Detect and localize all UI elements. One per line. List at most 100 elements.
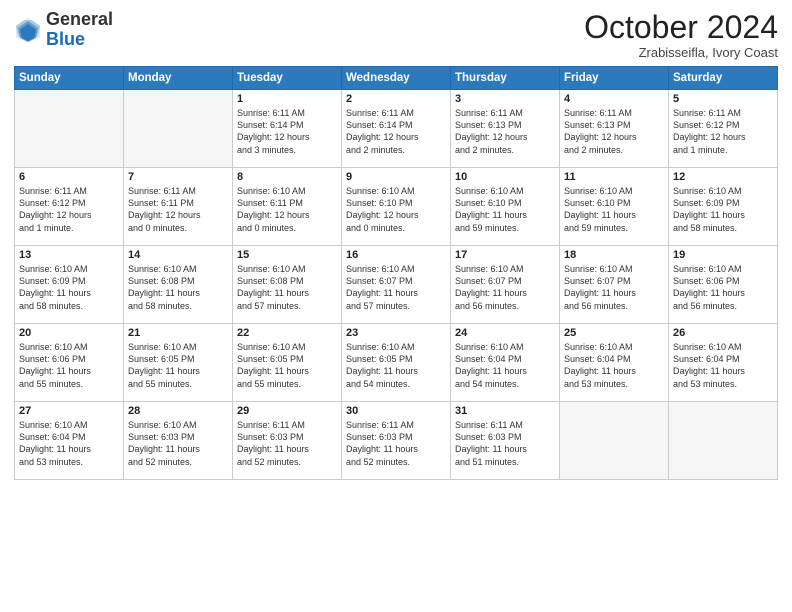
calendar-cell: 2Sunrise: 6:11 AM Sunset: 6:14 PM Daylig… <box>342 90 451 168</box>
day-number: 13 <box>19 249 119 261</box>
cell-content: Sunrise: 6:11 AM Sunset: 6:12 PM Dayligh… <box>19 185 119 234</box>
page: General Blue October 2024 Zrabisseifla, … <box>0 0 792 612</box>
calendar-cell: 22Sunrise: 6:10 AM Sunset: 6:05 PM Dayli… <box>233 324 342 402</box>
day-number: 12 <box>673 171 773 183</box>
calendar-cell: 29 Sunrise: 6:11 AM Sunset: 6:03 PM Dayli… <box>233 402 342 480</box>
cell-content: Sunrise: 6:10 AM Sunset: 6:11 PM Dayligh… <box>237 185 337 234</box>
week-row-5: 27 Sunrise: 6:10 AM Sunset: 6:04 PM Dayli… <box>15 402 778 480</box>
cell-content: Sunrise: 6:11 AM Sunset: 6:14 PM Dayligh… <box>237 107 337 156</box>
cell-content: Sunrise: 6:10 AM Sunset: 6:08 PM Dayligh… <box>237 263 337 312</box>
cell-content: Sunrise: 6:10 AM Sunset: 6:10 PM Dayligh… <box>455 185 555 234</box>
calendar-cell: 20 Sunrise: 6:10 AM Sunset: 6:06 PM Dayli… <box>15 324 124 402</box>
day-number: 9 <box>346 171 446 183</box>
calendar-cell <box>124 90 233 168</box>
cell-content: Sunrise: 6:10 AM Sunset: 6:07 PM Dayligh… <box>455 263 555 312</box>
day-number: 20 <box>19 327 119 339</box>
day-number: 11 <box>564 171 664 183</box>
week-row-1: 1 Sunrise: 6:11 AM Sunset: 6:14 PM Daylig… <box>15 90 778 168</box>
calendar-cell: 1 Sunrise: 6:11 AM Sunset: 6:14 PM Daylig… <box>233 90 342 168</box>
logo: General Blue <box>14 10 113 50</box>
logo-icon <box>14 16 42 44</box>
day-number: 16 <box>346 249 446 261</box>
cell-content: Sunrise: 6:11 AM Sunset: 6:03 PM Dayligh… <box>237 419 337 468</box>
calendar-cell <box>560 402 669 480</box>
week-row-2: 6Sunrise: 6:11 AM Sunset: 6:12 PM Daylig… <box>15 168 778 246</box>
calendar-cell: 7 Sunrise: 6:11 AM Sunset: 6:11 PM Daylig… <box>124 168 233 246</box>
day-header-tuesday: Tuesday <box>233 67 342 90</box>
day-number: 25 <box>564 327 664 339</box>
calendar-cell: 28Sunrise: 6:10 AM Sunset: 6:03 PM Dayli… <box>124 402 233 480</box>
calendar-cell: 5Sunrise: 6:11 AM Sunset: 6:12 PM Daylig… <box>669 90 778 168</box>
calendar-cell: 23Sunrise: 6:10 AM Sunset: 6:05 PM Dayli… <box>342 324 451 402</box>
cell-content: Sunrise: 6:11 AM Sunset: 6:13 PM Dayligh… <box>455 107 555 156</box>
calendar-cell: 6Sunrise: 6:11 AM Sunset: 6:12 PM Daylig… <box>15 168 124 246</box>
day-number: 27 <box>19 405 119 417</box>
calendar-cell: 26 Sunrise: 6:10 AM Sunset: 6:04 PM Dayli… <box>669 324 778 402</box>
day-number: 4 <box>564 93 664 105</box>
week-row-4: 20 Sunrise: 6:10 AM Sunset: 6:06 PM Dayli… <box>15 324 778 402</box>
cell-content: Sunrise: 6:10 AM Sunset: 6:05 PM Dayligh… <box>237 341 337 390</box>
cell-content: Sunrise: 6:11 AM Sunset: 6:03 PM Dayligh… <box>346 419 446 468</box>
day-header-sunday: Sunday <box>15 67 124 90</box>
day-number: 8 <box>237 171 337 183</box>
calendar-cell: 31Sunrise: 6:11 AM Sunset: 6:03 PM Dayli… <box>451 402 560 480</box>
week-row-3: 13 Sunrise: 6:10 AM Sunset: 6:09 PM Dayli… <box>15 246 778 324</box>
location: Zrabisseifla, Ivory Coast <box>584 45 778 60</box>
cell-content: Sunrise: 6:11 AM Sunset: 6:03 PM Dayligh… <box>455 419 555 468</box>
cell-content: Sunrise: 6:10 AM Sunset: 6:07 PM Dayligh… <box>564 263 664 312</box>
cell-content: Sunrise: 6:10 AM Sunset: 6:04 PM Dayligh… <box>19 419 119 468</box>
day-number: 29 <box>237 405 337 417</box>
day-number: 19 <box>673 249 773 261</box>
day-number: 17 <box>455 249 555 261</box>
cell-content: Sunrise: 6:10 AM Sunset: 6:08 PM Dayligh… <box>128 263 228 312</box>
calendar-cell: 15 Sunrise: 6:10 AM Sunset: 6:08 PM Dayli… <box>233 246 342 324</box>
day-header-friday: Friday <box>560 67 669 90</box>
calendar-cell: 17 Sunrise: 6:10 AM Sunset: 6:07 PM Dayli… <box>451 246 560 324</box>
cell-content: Sunrise: 6:10 AM Sunset: 6:06 PM Dayligh… <box>19 341 119 390</box>
calendar-cell: 11 Sunrise: 6:10 AM Sunset: 6:10 PM Dayli… <box>560 168 669 246</box>
day-number: 15 <box>237 249 337 261</box>
calendar-cell <box>669 402 778 480</box>
calendar-cell: 9 Sunrise: 6:10 AM Sunset: 6:10 PM Daylig… <box>342 168 451 246</box>
calendar-cell: 21Sunrise: 6:10 AM Sunset: 6:05 PM Dayli… <box>124 324 233 402</box>
calendar-cell: 18Sunrise: 6:10 AM Sunset: 6:07 PM Dayli… <box>560 246 669 324</box>
cell-content: Sunrise: 6:10 AM Sunset: 6:09 PM Dayligh… <box>19 263 119 312</box>
day-number: 24 <box>455 327 555 339</box>
day-header-saturday: Saturday <box>669 67 778 90</box>
day-number: 21 <box>128 327 228 339</box>
cell-content: Sunrise: 6:10 AM Sunset: 6:10 PM Dayligh… <box>564 185 664 234</box>
cell-content: Sunrise: 6:10 AM Sunset: 6:06 PM Dayligh… <box>673 263 773 312</box>
day-number: 14 <box>128 249 228 261</box>
calendar-table: SundayMondayTuesdayWednesdayThursdayFrid… <box>14 66 778 480</box>
cell-content: Sunrise: 6:11 AM Sunset: 6:13 PM Dayligh… <box>564 107 664 156</box>
calendar-cell: 24 Sunrise: 6:10 AM Sunset: 6:04 PM Dayli… <box>451 324 560 402</box>
cell-content: Sunrise: 6:11 AM Sunset: 6:11 PM Dayligh… <box>128 185 228 234</box>
day-number: 26 <box>673 327 773 339</box>
day-number: 10 <box>455 171 555 183</box>
cell-content: Sunrise: 6:10 AM Sunset: 6:07 PM Dayligh… <box>346 263 446 312</box>
logo-blue: Blue <box>46 29 85 49</box>
logo-general: General <box>46 9 113 29</box>
day-number: 23 <box>346 327 446 339</box>
calendar-cell: 16 Sunrise: 6:10 AM Sunset: 6:07 PM Dayli… <box>342 246 451 324</box>
calendar-cell: 25 Sunrise: 6:10 AM Sunset: 6:04 PM Dayli… <box>560 324 669 402</box>
day-number: 30 <box>346 405 446 417</box>
cell-content: Sunrise: 6:10 AM Sunset: 6:10 PM Dayligh… <box>346 185 446 234</box>
day-header-thursday: Thursday <box>451 67 560 90</box>
day-header-wednesday: Wednesday <box>342 67 451 90</box>
calendar-cell: 3Sunrise: 6:11 AM Sunset: 6:13 PM Daylig… <box>451 90 560 168</box>
header: General Blue October 2024 Zrabisseifla, … <box>14 10 778 60</box>
calendar-cell: 12Sunrise: 6:10 AM Sunset: 6:09 PM Dayli… <box>669 168 778 246</box>
cell-content: Sunrise: 6:10 AM Sunset: 6:04 PM Dayligh… <box>564 341 664 390</box>
calendar-cell: 13 Sunrise: 6:10 AM Sunset: 6:09 PM Dayli… <box>15 246 124 324</box>
cell-content: Sunrise: 6:10 AM Sunset: 6:03 PM Dayligh… <box>128 419 228 468</box>
cell-content: Sunrise: 6:10 AM Sunset: 6:04 PM Dayligh… <box>673 341 773 390</box>
header-row: SundayMondayTuesdayWednesdayThursdayFrid… <box>15 67 778 90</box>
calendar-cell: 19 Sunrise: 6:10 AM Sunset: 6:06 PM Dayli… <box>669 246 778 324</box>
calendar-cell: 10 Sunrise: 6:10 AM Sunset: 6:10 PM Dayli… <box>451 168 560 246</box>
cell-content: Sunrise: 6:10 AM Sunset: 6:04 PM Dayligh… <box>455 341 555 390</box>
title-block: October 2024 Zrabisseifla, Ivory Coast <box>584 10 778 60</box>
day-number: 1 <box>237 93 337 105</box>
day-number: 7 <box>128 171 228 183</box>
cell-content: Sunrise: 6:11 AM Sunset: 6:12 PM Dayligh… <box>673 107 773 156</box>
